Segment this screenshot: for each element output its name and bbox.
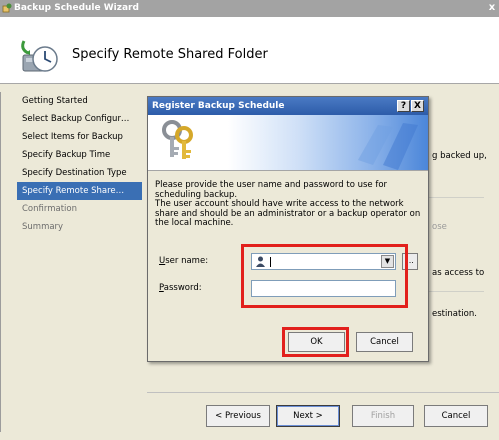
keys-icon xyxy=(162,120,193,159)
register-backup-schedule-dialog: Register Backup Schedule ? X Please prov… xyxy=(147,96,429,362)
wizard-step-list: Getting Started Select Backup Configur… … xyxy=(17,92,142,412)
wizard-title-text: Backup Schedule Wizard xyxy=(14,3,139,13)
wizard-close-button[interactable]: x xyxy=(487,2,497,14)
step-specify-remote-share[interactable]: Specify Remote Share… xyxy=(17,182,142,200)
button-bar-divider xyxy=(147,392,499,393)
wizard-title-bar[interactable]: Backup Schedule Wizard x xyxy=(0,0,499,17)
dialog-description: Please provide the user name and passwor… xyxy=(155,180,425,229)
banner-watermark-graphic xyxy=(358,123,418,170)
dialog-title-bar[interactable]: Register Backup Schedule ? X xyxy=(148,97,428,115)
step-specify-backup-time[interactable]: Specify Backup Time xyxy=(17,146,142,164)
step-getting-started[interactable]: Getting Started xyxy=(17,92,142,110)
cancel-button[interactable]: Cancel xyxy=(424,405,488,427)
dialog-cancel-button[interactable]: Cancel xyxy=(356,332,413,352)
step-summary: Summary xyxy=(22,222,64,232)
highlight-credentials-box xyxy=(241,244,408,308)
wizard-app-icon xyxy=(2,3,12,13)
banner-divider xyxy=(148,170,428,171)
user-name-label: User name: xyxy=(159,256,209,266)
dialog-banner xyxy=(148,115,428,170)
dialog-title-text: Register Backup Schedule xyxy=(152,101,285,111)
window-left-edge xyxy=(0,92,1,432)
step-select-backup-configuration[interactable]: Select Backup Configur… xyxy=(17,110,142,128)
step-select-items-for-backup[interactable]: Select Items for Backup xyxy=(17,128,142,146)
step-specify-destination-type[interactable]: Specify Destination Type xyxy=(17,164,142,182)
obscured-text-2: ose xyxy=(432,222,447,232)
description-line: the local machine. xyxy=(155,218,234,228)
dialog-close-button[interactable]: X xyxy=(411,100,424,112)
previous-button[interactable]: < Previous xyxy=(206,405,270,427)
obscured-text-3: as access to xyxy=(432,268,485,278)
dialog-help-button[interactable]: ? xyxy=(397,100,410,112)
password-label: Password: xyxy=(159,283,202,293)
obscured-text-1: g backed up, xyxy=(432,151,487,161)
step-confirmation: Confirmation xyxy=(22,204,77,214)
next-button[interactable]: Next > xyxy=(276,405,340,427)
backup-schedule-icon xyxy=(21,40,58,72)
highlight-ok-box xyxy=(282,327,349,357)
page-title: Specify Remote Shared Folder xyxy=(72,47,268,62)
obscured-text-4: estination. xyxy=(432,309,477,319)
finish-button: Finish xyxy=(352,405,414,427)
